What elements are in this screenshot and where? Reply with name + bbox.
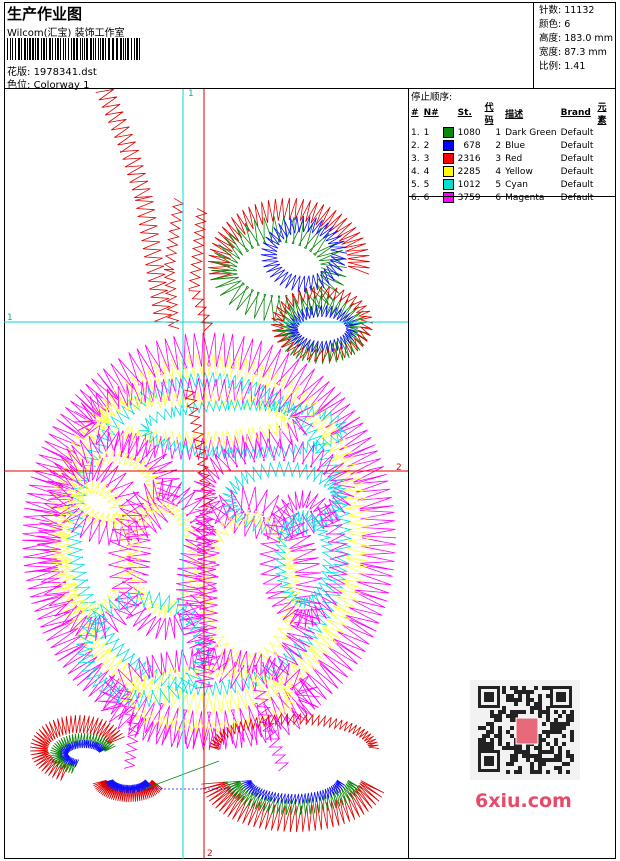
- col-needle: N#: [423, 108, 439, 118]
- table-row: 3. 3 2316 3 Red Default: [409, 152, 616, 165]
- row-code: 3: [495, 153, 502, 164]
- color-count: 颜色: 6: [539, 19, 571, 30]
- row-swatch: [441, 126, 456, 139]
- design-height: 高度: 183.0 mm: [539, 33, 613, 44]
- table-header-row: # N# St. 代码 描述 Brand 元素: [409, 100, 616, 126]
- stitch-group: [21, 89, 397, 833]
- row-element: [595, 139, 616, 152]
- col-element: 元素: [597, 103, 607, 126]
- guide-label-v2: 2: [207, 849, 213, 859]
- col-description: 描述: [505, 109, 524, 120]
- row-description: Cyan: [505, 179, 528, 190]
- color-swatch: [442, 192, 454, 203]
- row-stitches: 2285: [457, 166, 481, 177]
- col-brand: Brand: [560, 108, 591, 118]
- row-code: 4: [495, 166, 502, 177]
- guide-label-h1: 1: [7, 313, 13, 323]
- row-brand: Default: [560, 153, 594, 164]
- row-index: 3.: [411, 153, 420, 164]
- row-brand: Default: [560, 192, 594, 203]
- row-needle: 5: [423, 179, 430, 190]
- guide-label-v1: 1: [188, 89, 194, 99]
- row-description: Dark Green: [505, 127, 557, 138]
- page-title: 生产作业图: [7, 5, 83, 23]
- row-element: [595, 165, 616, 178]
- table-row: 2. 2 678 2 Blue Default: [409, 139, 616, 152]
- row-swatch: [441, 178, 456, 191]
- color-swatch: [442, 140, 454, 151]
- design-scale: 比例: 1.41: [539, 61, 586, 72]
- row-index: 6.: [411, 192, 420, 203]
- row-swatch: [441, 191, 456, 204]
- col-index: #: [411, 108, 419, 118]
- row-needle: 3: [423, 153, 430, 164]
- watermark: 6xiu.com: [475, 790, 572, 812]
- row-index: 5.: [411, 179, 420, 190]
- table-row: 1. 1 1080 1 Dark Green Default: [409, 126, 616, 139]
- row-brand: Default: [560, 140, 594, 151]
- row-index: 2.: [411, 140, 420, 151]
- design-canvas: 1 1 2 2: [4, 89, 409, 859]
- row-element: [595, 178, 616, 191]
- stitch-count: 针数: 11132: [539, 5, 595, 16]
- row-swatch: [441, 139, 456, 152]
- col-code: 代码: [484, 103, 494, 126]
- row-swatch: [441, 165, 456, 178]
- row-needle: 6: [423, 192, 430, 203]
- row-needle: 4: [423, 166, 430, 177]
- design-width: 宽度: 87.3 mm: [539, 47, 607, 58]
- qr-code: [470, 680, 580, 780]
- row-code: 5: [495, 179, 502, 190]
- row-needle: 2: [423, 140, 430, 151]
- stop-sequence-table: # N# St. 代码 描述 Brand 元素 1. 1 1080 1 Dark Gre…: [409, 100, 616, 204]
- row-code: 2: [495, 140, 502, 151]
- row-needle: 1: [423, 127, 430, 138]
- row-brand: Default: [560, 166, 594, 177]
- color-swatch: [442, 127, 454, 138]
- stats-box: 针数: 11132 颜色: 6 高度: 183.0 mm 宽度: 87.3 mm…: [533, 2, 616, 89]
- barcode: [7, 38, 140, 60]
- row-stitches: 678: [463, 140, 481, 151]
- row-index: 1.: [411, 127, 420, 138]
- row-stitches: 3759: [457, 192, 481, 203]
- col-stitches: St.: [457, 108, 472, 118]
- row-description: Red: [505, 153, 523, 164]
- company-name: Wilcom(汇宝) 装饰工作室: [7, 28, 125, 39]
- row-code: 6: [495, 192, 502, 203]
- row-element: [595, 152, 616, 165]
- color-swatch: [442, 153, 454, 164]
- row-description: Blue: [505, 140, 526, 151]
- row-brand: Default: [560, 179, 594, 190]
- row-element: [595, 126, 616, 139]
- row-brand: Default: [560, 127, 594, 138]
- color-swatch: [442, 179, 454, 190]
- row-index: 4.: [411, 166, 420, 177]
- table-row: 6. 6 3759 6 Magenta Default: [409, 191, 616, 204]
- col-swatch: [441, 100, 456, 126]
- header: 生产作业图 Wilcom(汇宝) 装饰工作室 花版: 1978341.dst 色…: [4, 2, 616, 91]
- row-stitches: 1080: [457, 127, 481, 138]
- panel-divider: [409, 196, 616, 197]
- row-description: Yellow: [505, 166, 533, 177]
- guide-label-h2: 2: [396, 463, 402, 473]
- table-row: 5. 5 1012 5 Cyan Default: [409, 178, 616, 191]
- row-description: Magenta: [505, 192, 545, 203]
- color-swatch: [442, 166, 454, 177]
- row-element: [595, 191, 616, 204]
- row-stitches: 1012: [457, 179, 481, 190]
- embroidery-preview: 1 1 2 2: [4, 89, 408, 859]
- table-row: 4. 4 2285 4 Yellow Default: [409, 165, 616, 178]
- row-stitches: 2316: [457, 153, 481, 164]
- row-swatch: [441, 152, 456, 165]
- row-code: 1: [495, 127, 502, 138]
